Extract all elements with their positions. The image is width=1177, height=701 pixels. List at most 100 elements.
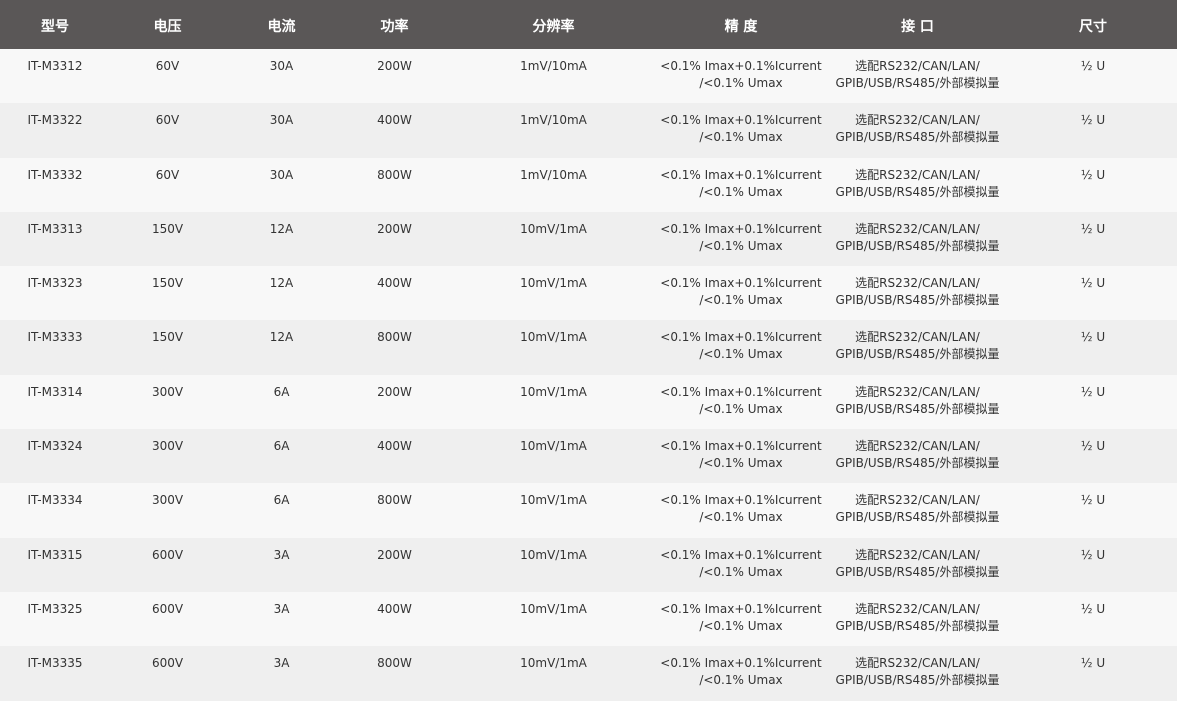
cell-resolution: 10mV/1mA: [451, 537, 656, 592]
table-row: IT-M3322 60V 30A 400W 1mV/10mA <0.1% Imax+0.1…: [0, 103, 1177, 158]
cell-model: IT-M3314: [0, 374, 110, 430]
header-voltage: 电压: [110, 0, 225, 49]
cell-current: 12A: [225, 266, 338, 321]
cell-resolution: 10mV/1mA: [451, 320, 656, 375]
table-row: IT-M3313 150V 12A 200W 10mV/1mA <0.1% Imax+0.…: [0, 211, 1177, 267]
cell-current: 12A: [225, 320, 338, 375]
cell-interface: 选配RS232/CAN/LAN/ GPIB/USB/RS485/外部模拟量: [826, 374, 1009, 430]
cell-interface: 选配RS232/CAN/LAN/ GPIB/USB/RS485/外部模拟量: [826, 320, 1009, 375]
table-row: IT-M3335 600V 3A 800W 10mV/1mA <0.1% Imax+0.1…: [0, 646, 1177, 701]
spec-table: 型号 电压 电流 功率 分辨率精 度接 口尺寸 IT-M3312 60V 30A 200W 1m…: [0, 0, 1177, 701]
cell-current: 30A: [225, 49, 338, 104]
table-row: IT-M3324 300V 6A 400W 10mV/1mA <0.1% Imax+0.1…: [0, 429, 1177, 484]
table-row: IT-M3333 150V 12A 800W 10mV/1mA <0.1% Imax+0.…: [0, 320, 1177, 375]
cell-model: IT-M3325: [0, 591, 110, 647]
cell-size: ½ U: [1009, 211, 1177, 267]
cell-voltage: 150V: [110, 320, 225, 375]
cell-accuracy: <0.1% Imax+0.1%Icurrent /<0.1% Umax: [656, 49, 826, 104]
cell-current: 30A: [225, 157, 338, 212]
cell-current: 3A: [225, 646, 338, 701]
cell-power: 400W: [338, 266, 451, 321]
cell-voltage: 150V: [110, 266, 225, 321]
cell-interface: 选配RS232/CAN/LAN/ GPIB/USB/RS485/外部模拟量: [826, 591, 1009, 647]
cell-resolution: 10mV/1mA: [451, 429, 656, 484]
cell-size: ½ U: [1009, 646, 1177, 701]
cell-model: IT-M3323: [0, 266, 110, 321]
cell-size: ½ U: [1009, 374, 1177, 430]
cell-resolution: 10mV/1mA: [451, 266, 656, 321]
cell-interface: 选配RS232/CAN/LAN/ GPIB/USB/RS485/外部模拟量: [826, 211, 1009, 267]
cell-interface: 选配RS232/CAN/LAN/ GPIB/USB/RS485/外部模拟量: [826, 646, 1009, 701]
cell-power: 200W: [338, 49, 451, 104]
cell-interface: 选配RS232/CAN/LAN/ GPIB/USB/RS485/外部模拟量: [826, 103, 1009, 158]
cell-power: 800W: [338, 320, 451, 375]
header-resolution: 分辨率: [451, 0, 656, 49]
cell-model: IT-M3322: [0, 103, 110, 158]
cell-size: ½ U: [1009, 103, 1177, 158]
cell-resolution: 10mV/1mA: [451, 374, 656, 430]
cell-interface: 选配RS232/CAN/LAN/ GPIB/USB/RS485/外部模拟量: [826, 157, 1009, 212]
header-current: 电流: [225, 0, 338, 49]
cell-accuracy: <0.1% Imax+0.1%Icurrent /<0.1% Umax: [656, 646, 826, 701]
cell-accuracy: <0.1% Imax+0.1%Icurrent /<0.1% Umax: [656, 591, 826, 647]
table-row: IT-M3315 600V 3A 200W 10mV/1mA <0.1% Imax+0.1…: [0, 537, 1177, 592]
cell-size: ½ U: [1009, 537, 1177, 592]
cell-voltage: 60V: [110, 103, 225, 158]
cell-model: IT-M3315: [0, 537, 110, 592]
cell-power: 800W: [338, 483, 451, 538]
cell-resolution: 10mV/1mA: [451, 591, 656, 647]
cell-voltage: 300V: [110, 429, 225, 484]
header-row: 型号 电压 电流 功率 分辨率精 度接 口尺寸: [0, 0, 1177, 49]
cell-model: IT-M3334: [0, 483, 110, 538]
cell-current: 30A: [225, 103, 338, 158]
header-interface: 接 口: [826, 0, 1009, 49]
cell-current: 6A: [225, 483, 338, 538]
cell-model: IT-M3313: [0, 211, 110, 267]
cell-voltage: 600V: [110, 646, 225, 701]
cell-accuracy: <0.1% Imax+0.1%Icurrent /<0.1% Umax: [656, 211, 826, 267]
cell-resolution: 10mV/1mA: [451, 211, 656, 267]
table-row: IT-M3325 600V 3A 400W 10mV/1mA <0.1% Imax+0.1…: [0, 591, 1177, 647]
cell-accuracy: <0.1% Imax+0.1%Icurrent /<0.1% Umax: [656, 266, 826, 321]
cell-current: 3A: [225, 591, 338, 647]
header-model: 型号: [0, 0, 110, 49]
cell-accuracy: <0.1% Imax+0.1%Icurrent /<0.1% Umax: [656, 429, 826, 484]
table-row: IT-M3312 60V 30A 200W 1mV/10mA <0.1% Imax+0.1…: [0, 49, 1177, 104]
table-body: IT-M3312 60V 30A 200W 1mV/10mA <0.1% Imax+0.1…: [0, 49, 1177, 701]
cell-size: ½ U: [1009, 266, 1177, 321]
cell-interface: 选配RS232/CAN/LAN/ GPIB/USB/RS485/外部模拟量: [826, 429, 1009, 484]
cell-size: ½ U: [1009, 49, 1177, 104]
cell-voltage: 600V: [110, 537, 225, 592]
cell-resolution: 1mV/10mA: [451, 49, 656, 104]
cell-voltage: 300V: [110, 483, 225, 538]
table-row: IT-M3323 150V 12A 400W 10mV/1mA <0.1% Imax+0.…: [0, 266, 1177, 321]
cell-voltage: 600V: [110, 591, 225, 647]
cell-model: IT-M3335: [0, 646, 110, 701]
cell-interface: 选配RS232/CAN/LAN/ GPIB/USB/RS485/外部模拟量: [826, 266, 1009, 321]
cell-resolution: 10mV/1mA: [451, 483, 656, 538]
cell-current: 6A: [225, 429, 338, 484]
cell-accuracy: <0.1% Imax+0.1%Icurrent /<0.1% Umax: [656, 320, 826, 375]
cell-power: 400W: [338, 103, 451, 158]
cell-power: 400W: [338, 591, 451, 647]
cell-power: 400W: [338, 429, 451, 484]
cell-power: 200W: [338, 374, 451, 430]
cell-voltage: 60V: [110, 157, 225, 212]
cell-resolution: 1mV/10mA: [451, 103, 656, 158]
cell-voltage: 300V: [110, 374, 225, 430]
cell-model: IT-M3324: [0, 429, 110, 484]
header-accuracy: 精 度: [656, 0, 826, 49]
cell-power: 200W: [338, 537, 451, 592]
cell-interface: 选配RS232/CAN/LAN/ GPIB/USB/RS485/外部模拟量: [826, 49, 1009, 104]
cell-voltage: 60V: [110, 49, 225, 104]
cell-accuracy: <0.1% Imax+0.1%Icurrent /<0.1% Umax: [656, 537, 826, 592]
cell-size: ½ U: [1009, 591, 1177, 647]
cell-size: ½ U: [1009, 157, 1177, 212]
cell-accuracy: <0.1% Imax+0.1%Icurrent /<0.1% Umax: [656, 103, 826, 158]
cell-power: 800W: [338, 646, 451, 701]
cell-size: ½ U: [1009, 320, 1177, 375]
cell-model: IT-M3333: [0, 320, 110, 375]
cell-model: IT-M3312: [0, 49, 110, 104]
cell-accuracy: <0.1% Imax+0.1%Icurrent /<0.1% Umax: [656, 157, 826, 212]
cell-interface: 选配RS232/CAN/LAN/ GPIB/USB/RS485/外部模拟量: [826, 537, 1009, 592]
